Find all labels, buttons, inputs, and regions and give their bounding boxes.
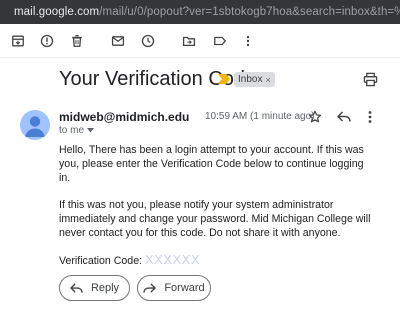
snooze-icon	[141, 34, 155, 48]
message-toolbar	[0, 24, 400, 58]
report-spam-icon	[40, 34, 54, 48]
remove-label-button[interactable]: ×	[265, 75, 270, 85]
verification-code-label: Verification Code:	[59, 255, 143, 267]
address-bar[interactable]: mail.google.com/mail/u/0/popout?ver=1sbt…	[0, 0, 400, 24]
important-marker-icon[interactable]	[218, 74, 230, 84]
reply-button[interactable]: Reply	[59, 275, 130, 301]
reply-label: Reply	[90, 282, 120, 294]
body-paragraph: Hello, There has been a login attempt to…	[59, 144, 364, 184]
forward-button[interactable]: Forward	[137, 275, 211, 301]
url-host: mail.google.com	[14, 6, 100, 18]
subject-row: Your Verification Code Inbox ×	[0, 62, 400, 96]
person-icon	[25, 116, 45, 137]
sender-avatar[interactable]	[20, 110, 50, 140]
url-text: mail.google.com/mail/u/0/popout?ver=1sbt…	[14, 6, 400, 18]
forward-label: Forward	[164, 282, 205, 294]
url-path: /mail/u/0/popout?ver=1sbtokogb7hoa&searc…	[99, 6, 400, 18]
move-to-icon	[182, 36, 196, 47]
archive-button[interactable]	[10, 33, 26, 49]
inbox-label-chip: Inbox ×	[234, 72, 275, 87]
print-icon[interactable]	[363, 72, 378, 87]
move-to-button[interactable]	[181, 33, 197, 49]
body-paragraph: If this was not you, please notify your …	[59, 199, 371, 239]
chevron-down-icon	[87, 128, 95, 133]
verification-code-line: Verification Code: XXXXXX	[59, 253, 377, 268]
message-time: 10:59 AM (1 minute ago)	[205, 111, 315, 122]
recipient-details[interactable]: to me	[59, 125, 95, 136]
reply-icon	[69, 282, 83, 293]
more-options-button[interactable]	[240, 33, 256, 49]
label-button[interactable]	[212, 33, 228, 49]
mark-unread-icon	[111, 36, 125, 46]
delete-icon	[72, 35, 82, 47]
forward-icon	[143, 282, 157, 293]
reply-icon[interactable]	[337, 111, 351, 123]
archive-icon	[12, 35, 24, 47]
delete-button[interactable]	[69, 33, 85, 49]
report-spam-button[interactable]	[39, 33, 55, 49]
sender-address[interactable]: midweb@midmich.edu	[59, 110, 189, 124]
verification-code-value: XXXXXX	[145, 252, 201, 267]
label-icon	[214, 36, 227, 46]
snooze-button[interactable]	[140, 33, 156, 49]
star-icon[interactable]	[308, 110, 322, 124]
more-vert-icon	[246, 35, 250, 47]
label-chip-text: Inbox	[238, 74, 263, 85]
email-body: Hello, There has been a login attempt to…	[59, 143, 377, 281]
recipient-text: to me	[59, 125, 85, 136]
message-more-icon[interactable]	[367, 110, 373, 124]
mark-unread-button[interactable]	[110, 33, 126, 49]
